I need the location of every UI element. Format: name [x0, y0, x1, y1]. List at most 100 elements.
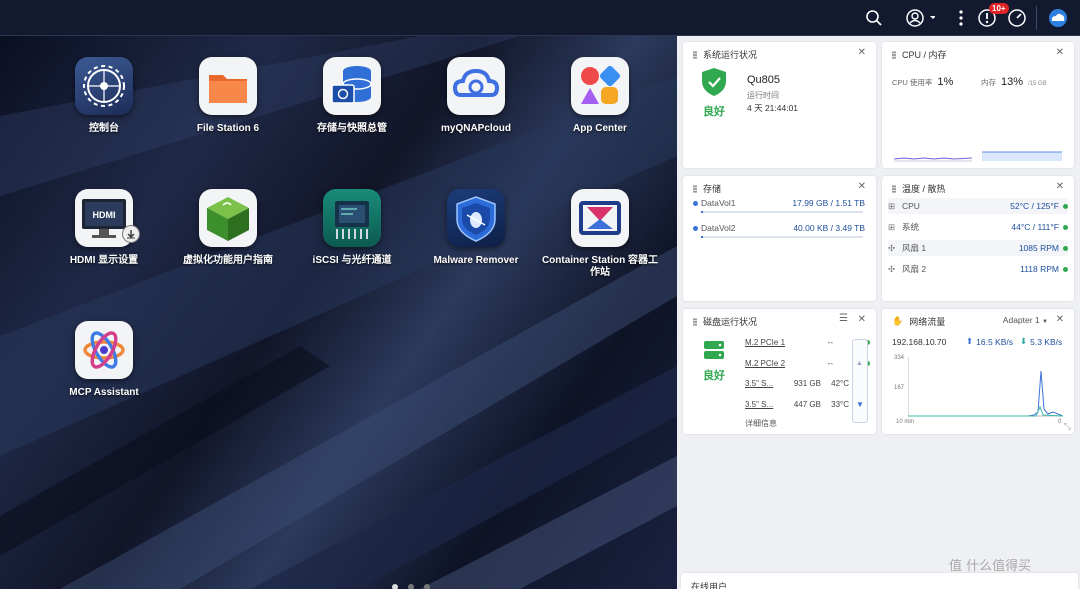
drag-handle-icon[interactable] [693, 50, 697, 59]
disk-size: 447 GB [793, 399, 821, 409]
disk-icon [704, 341, 724, 359]
app-label: Container Station 容器工作站 [541, 255, 659, 278]
app-hdmi-settings[interactable]: HDMI HDMI 显示设置 [42, 189, 166, 267]
details-link[interactable]: 详细信息 [745, 418, 777, 429]
close-icon[interactable]: ✕ [858, 181, 866, 192]
app-app-center[interactable]: App Center [538, 57, 662, 135]
app-label: 存储与快照总管 [317, 123, 387, 134]
svg-text:HDMI: HDMI [93, 210, 116, 220]
thermometer-icon: ⊞ [888, 200, 896, 211]
app-virtualization-guide[interactable]: 虚拟化功能用户指南 [166, 189, 290, 267]
traffic-chart [908, 357, 1063, 417]
drag-handle-icon[interactable] [892, 184, 896, 193]
disk-size: -- [827, 358, 833, 368]
disk-name: 3.5" S... [745, 378, 774, 388]
memory-total: /15 GB [1028, 81, 1047, 87]
widget-title: 在线用户 [691, 582, 728, 589]
adapter-select[interactable]: Adapter 1 ▼ [1003, 315, 1048, 325]
disk-temp: 42°C [831, 378, 849, 388]
download-rate: 5.3 KB/s [1030, 336, 1063, 347]
widget-cpu-memory: CPU / 内存 ✕ CPU 使用率 1% 内存 13% /15 GB [882, 42, 1074, 168]
app-iscsi-fibre-channel[interactable]: iSCSI 与光纤通道 [290, 189, 414, 267]
close-icon[interactable]: ✕ [858, 47, 866, 58]
volume-dot [693, 225, 698, 231]
disk-name: M.2 PCIe 1 [745, 337, 786, 347]
scroll-up-icon[interactable]: ▲ [856, 360, 863, 367]
drag-handle-icon[interactable] [693, 184, 697, 193]
volume-usage: 40.00 KB / 3.49 TB [793, 223, 865, 233]
cloud-icon[interactable] [1046, 8, 1070, 28]
volume-name: DataVol2 [701, 223, 736, 233]
download-icon [122, 225, 140, 243]
app-label: File Station 6 [196, 123, 260, 134]
memory-value: 13% [1001, 76, 1024, 88]
app-container-station[interactable]: Container Station 容器工作站 [538, 189, 662, 279]
list-view-icon[interactable]: ☰ [839, 313, 848, 324]
cpu-sparkline [894, 157, 972, 162]
desktop: 10+ 控制台 File Station 6 存储与快照总管 myQNAPclo… [0, 0, 1080, 589]
resize-handle-icon[interactable]: ⤡ [1064, 421, 1071, 432]
app-control-panel[interactable]: 控制台 [42, 57, 166, 135]
uptime-label: 运行时间 [747, 91, 779, 100]
temp-value: 1118 RPM [1020, 264, 1059, 274]
widget-title: 温度 / 散热 [902, 184, 946, 194]
status-dot [1063, 203, 1068, 209]
volume-usage-bar [701, 236, 863, 238]
shield-bug-icon [447, 189, 505, 247]
scroll-down-icon[interactable]: ▼ [856, 400, 864, 409]
volume-row[interactable]: DataVol1 17.99 GB / 1.51 TB [693, 198, 865, 208]
account-icon[interactable] [905, 8, 935, 28]
status-dot [1063, 224, 1068, 230]
temp-name: 风扇 1 [902, 243, 927, 253]
disk-row[interactable]: 3.5" S... 447 GB 33°C [745, 397, 858, 411]
volume-row[interactable]: DataVol2 40.00 KB / 3.49 TB [693, 223, 865, 233]
upload-icon: ⬆ [966, 336, 974, 346]
app-storage-snapshots[interactable]: 存储与快照总管 [290, 57, 414, 135]
close-icon[interactable]: ✕ [1056, 314, 1064, 325]
temp-value: 1085 RPM [1018, 243, 1059, 253]
uptime-value: 4 天 21:44:01 [747, 103, 799, 113]
temp-name: 系统 [902, 222, 920, 232]
app-grid-icon [571, 57, 629, 115]
page-indicator[interactable] [392, 584, 430, 589]
app-label: iSCSI 与光纤通道 [312, 255, 392, 266]
app-file-station[interactable]: File Station 6 [166, 57, 290, 135]
close-icon[interactable]: ✕ [1056, 47, 1064, 58]
temp-value: 52°C / 125°F [1010, 201, 1059, 211]
disk-scroller[interactable]: ▲ ▼ [852, 339, 868, 423]
app-malware-remover[interactable]: Malware Remover [414, 189, 538, 267]
x-axis-left: 10 min [896, 419, 915, 425]
widget-temperature: 温度 / 散热 ✕ ⊞ CPU 52°C / 125°F ⊞ 系统 44°C / 111… [882, 176, 1074, 301]
more-icon[interactable] [951, 8, 971, 28]
top-bar: 10+ [0, 0, 1080, 36]
disk-size: -- [827, 337, 833, 347]
widget-title: 存储 [703, 184, 722, 194]
app-mcp-assistant[interactable]: MCP Assistant [42, 321, 166, 399]
search-icon[interactable] [864, 8, 884, 28]
disk-name: 3.5" S... [745, 399, 774, 409]
status-dot [1063, 266, 1068, 272]
chip-icon [323, 189, 381, 247]
hand-grip-icon[interactable]: ✋ [892, 316, 903, 327]
y-axis-max: 334 [894, 355, 905, 361]
close-icon[interactable]: ✕ [1056, 181, 1064, 192]
drag-handle-icon[interactable] [693, 317, 697, 326]
app-label: 控制台 [89, 123, 119, 134]
widget-title: 网络流量 [909, 317, 946, 327]
drag-handle-icon[interactable] [892, 50, 896, 59]
widget-system-health: 系统运行状况 ✕ 良好 Qu805 运行时间 4 天 21:44:01 [683, 42, 876, 168]
resource-monitor-icon[interactable] [1007, 8, 1027, 28]
fan-icon: ✣ [888, 242, 896, 253]
disk-row[interactable]: 3.5" S... 931 GB 42°C [745, 376, 858, 390]
app-myqnapcloud[interactable]: myQNAPcloud [414, 57, 538, 135]
widget-online-users: 在线用户 [681, 573, 1078, 589]
close-icon[interactable]: ✕ [858, 314, 866, 325]
y-axis-mid: 167 [894, 385, 905, 391]
cube-icon [199, 189, 257, 247]
disk-name: M.2 PCIe 2 [745, 358, 786, 368]
dashboard-panel: 系统运行状况 ✕ 良好 Qu805 运行时间 4 天 21:44:01 CPU … [677, 36, 1080, 589]
watermark-text: 值 什么值得买 [949, 559, 1032, 574]
app-label: App Center [573, 123, 627, 134]
notification-icon[interactable]: 10+ [977, 3, 1009, 28]
temp-name: 风扇 2 [902, 264, 927, 274]
